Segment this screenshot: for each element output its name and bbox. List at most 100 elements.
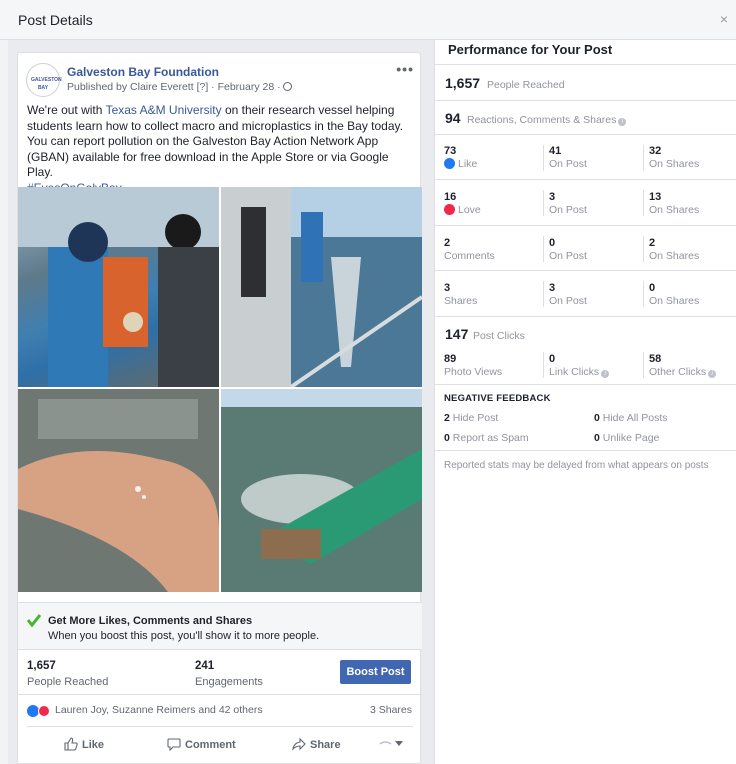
post-header: GALVESTON BAY Galveston Bay Foundation P… — [18, 53, 422, 103]
info-icon[interactable]: i — [708, 370, 717, 378]
reactions-value: 94 — [445, 110, 461, 126]
divider — [643, 145, 644, 171]
negative-feedback-title: NEGATIVE FEEDBACK — [444, 393, 551, 404]
dialog-title: Post Details — [18, 12, 93, 28]
photo-views-value: 89 — [444, 353, 457, 365]
reactions-label-wrap: Reactions, Comments & Shares i — [467, 114, 627, 126]
other-clicks-label-wrap: Other Clicks i — [649, 366, 717, 378]
on-post-label: On Post — [549, 158, 587, 170]
divider — [643, 236, 644, 262]
page-avatar[interactable]: GALVESTON BAY — [26, 63, 62, 97]
performance-panel: Performance for Your Post 1,657 People R… — [434, 40, 736, 764]
post-byline: Published by Claire Everett [?] · Februa… — [67, 81, 292, 93]
comments-on-post: 0 — [549, 237, 556, 249]
reactions-row: Lauren Joy, Suzanne Reimers and 42 other… — [18, 694, 422, 726]
link-clicks-label: Link Clicks — [549, 366, 600, 378]
photo-hand-microplastics[interactable] — [18, 389, 219, 592]
divider — [543, 236, 544, 262]
page-name-link[interactable]: Galveston Bay Foundation — [67, 65, 219, 79]
promo-title: Get More Likes, Comments and Shares — [48, 615, 253, 627]
like-on-shares: 32 — [649, 145, 662, 157]
love-reaction-icon — [38, 705, 50, 717]
reached-section: 1,657 People Reached — [435, 64, 736, 100]
post-text-start: We're out with — [27, 103, 106, 117]
shares-label: Shares — [444, 295, 478, 307]
engagements-value: 241 — [195, 660, 215, 672]
on-post-label: On Post — [549, 295, 587, 307]
boost-post-button[interactable]: Boost Post — [340, 660, 411, 684]
on-shares-label: On Shares — [649, 295, 700, 307]
hide-all-label: Hide All Posts — [602, 412, 668, 424]
link-clicks-label-wrap: Link Clicks i — [549, 366, 610, 378]
like-label: Like — [82, 739, 105, 751]
divider — [543, 281, 544, 307]
reactors-list[interactable]: Lauren Joy, Suzanne Reimers and 42 other… — [55, 704, 263, 716]
love-label: Love — [458, 204, 481, 216]
info-icon[interactable]: i — [618, 118, 627, 126]
hide-all-stat: 0 Hide All Posts — [594, 412, 668, 424]
love-row-label: Love — [444, 204, 481, 216]
photo-grid — [18, 187, 422, 592]
other-clicks-value: 58 — [649, 353, 662, 365]
reactions-label: Reactions, Comments & Shares — [467, 114, 617, 126]
other-clicks-label: Other Clicks — [649, 366, 707, 378]
photo-students-collecting[interactable] — [18, 187, 219, 387]
promo-subtitle: When you boost this post, you'll show it… — [48, 630, 320, 642]
comment-button[interactable]: Comment — [167, 737, 236, 752]
reached-value: 1,657 — [445, 75, 481, 91]
audience-selector[interactable] — [379, 737, 409, 749]
photo-1-art — [18, 187, 219, 387]
like-total: 73 — [444, 145, 457, 157]
byline-text: Published by Claire Everett [?] · Februa… — [67, 81, 281, 93]
love-on-shares: 13 — [649, 191, 662, 203]
info-icon[interactable]: i — [601, 370, 610, 378]
checkmark-icon — [27, 614, 41, 627]
shares-on-shares: 0 — [649, 282, 656, 294]
reactions-section: 94 Reactions, Comments & Shares i — [435, 100, 736, 134]
clicks-section: 147 Post Clicks 89 Photo Views 0 Link Cl… — [435, 316, 736, 384]
photo-views-label: Photo Views — [444, 366, 503, 378]
stats-footnote: Reported stats may be delayed from what … — [444, 460, 709, 471]
reached-label: People Reached — [487, 79, 565, 91]
more-options-icon[interactable]: ••• — [396, 61, 414, 77]
hide-post-value: 2 — [444, 412, 450, 424]
love-on-post: 3 — [549, 191, 556, 203]
grid-row-comments: 2 Comments 0 On Post 2 On Shares — [435, 225, 736, 270]
spam-label: Report as Spam — [452, 432, 529, 444]
like-icon — [444, 158, 455, 169]
negative-feedback-section: NEGATIVE FEEDBACK 2 Hide Post 0 Hide All… — [435, 384, 736, 450]
hide-post-label: Hide Post — [452, 412, 499, 424]
unlike-value: 0 — [594, 432, 600, 444]
on-post-label: On Post — [549, 204, 587, 216]
tagged-link[interactable]: Texas A&M University — [106, 103, 222, 117]
photo-3-art — [18, 389, 219, 592]
unlike-stat: 0 Unlike Page — [594, 432, 659, 444]
post-card: GALVESTON BAY Galveston Bay Foundation P… — [17, 52, 422, 764]
post-message: We're out with Texas A&M University on t… — [27, 103, 417, 196]
divider — [643, 352, 644, 378]
divider — [643, 190, 644, 216]
post-summary-stats: 1,657 People Reached 241 Engagements Boo… — [18, 650, 422, 694]
grid-row-like: 73 Like 41 On Post 32 On Shares — [435, 134, 736, 179]
photo-4-art — [221, 389, 422, 592]
hide-all-value: 0 — [594, 412, 600, 424]
grid-row-love: 16 Love 3 On Post 13 On Shares — [435, 179, 736, 225]
like-label: Like — [458, 158, 478, 170]
photo-research-vessel[interactable] — [221, 187, 422, 387]
performance-title: Performance for Your Post — [448, 42, 613, 57]
share-label: Share — [310, 739, 341, 751]
shares-count[interactable]: 3 Shares — [370, 704, 412, 716]
like-button[interactable]: Like — [64, 737, 104, 751]
share-button[interactable]: Share — [292, 737, 341, 751]
spam-stat: 0 Report as Spam — [444, 432, 529, 444]
photo-trawl-net[interactable] — [221, 389, 422, 592]
divider — [643, 281, 644, 307]
love-icon — [444, 204, 455, 215]
link-clicks-value: 0 — [549, 353, 556, 365]
on-shares-label: On Shares — [649, 204, 700, 216]
audience-dropdown-icon — [379, 741, 403, 746]
close-icon[interactable]: × — [720, 12, 728, 26]
logo-text: GALVESTON BAY — [31, 77, 62, 91]
people-reached-label: People Reached — [27, 676, 109, 688]
comment-label: Comment — [185, 739, 236, 751]
